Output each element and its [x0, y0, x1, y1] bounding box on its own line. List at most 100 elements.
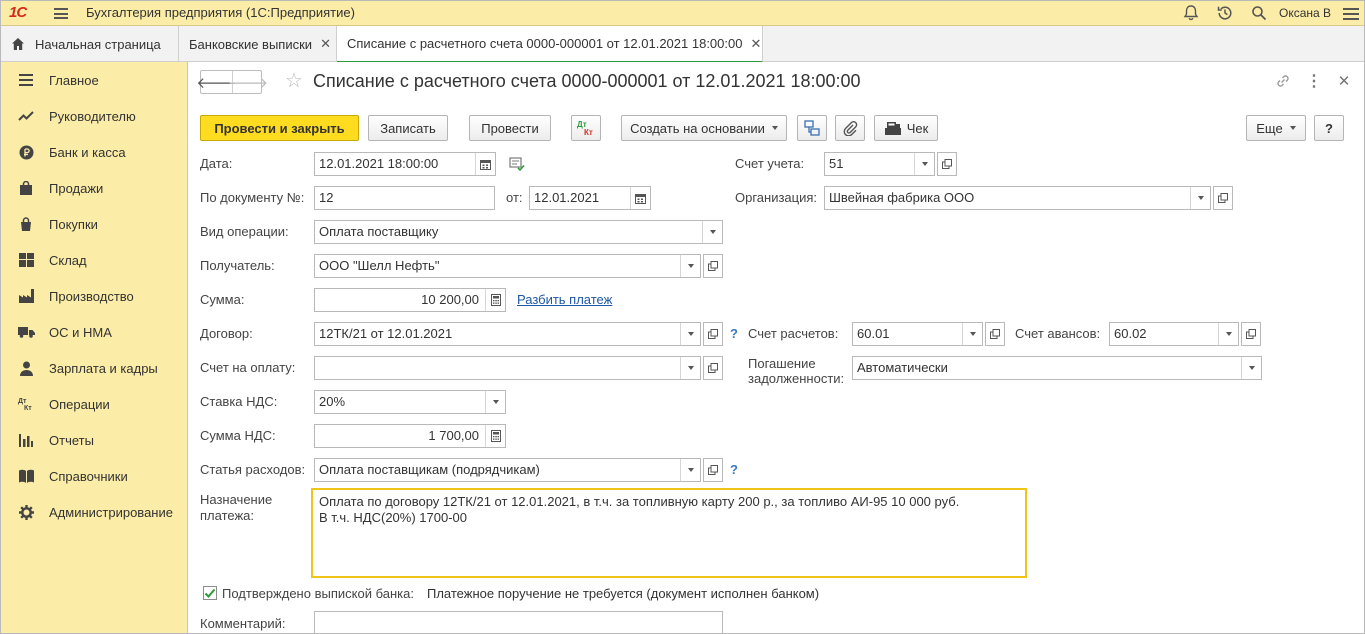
tab-bank-statements[interactable]: Банковские выписки ✕ — [179, 26, 337, 62]
post-and-close-button[interactable]: Провести и закрыть — [200, 115, 359, 141]
sidebar-item-main[interactable]: Главное — [1, 62, 188, 98]
create-based-on-button[interactable]: Создать на основании — [621, 115, 787, 141]
search-icon[interactable] — [1250, 4, 1268, 22]
sidebar-item-salary[interactable]: Зарплата и кадры — [1, 350, 188, 386]
sidebar-item-label: Покупки — [49, 216, 98, 232]
purpose-label-line2: платежа: — [200, 508, 254, 523]
close-icon[interactable]: ✕ — [320, 36, 331, 52]
tab-document[interactable]: Списание с расчетного счета 0000-000001 … — [337, 26, 763, 63]
chevron-down-icon[interactable] — [702, 221, 722, 243]
favorite-star-icon[interactable]: ☆ — [285, 70, 303, 92]
attach-button[interactable] — [835, 115, 865, 141]
main-menu-icon[interactable] — [54, 8, 68, 19]
sidebar-item-administration[interactable]: Администрирование — [1, 494, 188, 530]
sidebar-item-label: Склад — [49, 252, 87, 268]
open-account-button[interactable] — [937, 152, 957, 176]
calculator-icon[interactable] — [485, 425, 505, 447]
link-icon[interactable] — [1274, 72, 1292, 90]
operation-label: Вид операции: — [200, 224, 289, 239]
amount-field[interactable]: 10 200,00 — [314, 288, 506, 312]
help-question-icon[interactable]: ? — [730, 462, 738, 477]
advance-account-select[interactable]: 60.02 — [1109, 322, 1239, 346]
calculator-icon[interactable] — [485, 289, 505, 311]
sidebar-item-manager[interactable]: Руководителю — [1, 98, 188, 134]
sidebar-item-fixed-assets[interactable]: ОС и НМА — [1, 314, 188, 350]
amount-label: Сумма: — [200, 292, 245, 307]
chevron-down-icon[interactable] — [914, 153, 934, 175]
sidebar-item-production[interactable]: Производство — [1, 278, 188, 314]
user-name[interactable]: Оксана В — [1279, 6, 1331, 20]
settlement-account-select[interactable]: 60.01 — [852, 322, 983, 346]
open-recipient-button[interactable] — [703, 254, 723, 278]
operation-value: Оплата поставщику — [319, 224, 439, 239]
comment-field[interactable] — [314, 611, 723, 633]
chevron-down-icon[interactable] — [1190, 187, 1210, 209]
structure-button[interactable] — [797, 115, 827, 141]
open-contract-button[interactable] — [703, 322, 723, 346]
vat-rate-select[interactable]: 20% — [314, 390, 506, 414]
save-button[interactable]: Записать — [368, 115, 448, 141]
invoice-select[interactable] — [314, 356, 701, 380]
open-invoice-button[interactable] — [703, 356, 723, 380]
account-select[interactable]: 51 — [824, 152, 935, 176]
sidebar-item-sales[interactable]: Продажи — [1, 170, 188, 206]
chevron-down-icon[interactable] — [1218, 323, 1238, 345]
sidebar-item-bank[interactable]: Банк и касса — [1, 134, 188, 170]
tab-document-label: Списание с расчетного счета 0000-000001 … — [347, 36, 743, 51]
window-menu-icon[interactable] — [1343, 5, 1359, 21]
history-icon[interactable] — [1216, 4, 1234, 22]
operation-select[interactable]: Оплата поставщику — [314, 220, 723, 244]
help-button[interactable]: ? — [1314, 115, 1344, 141]
post-button[interactable]: Провести — [469, 115, 551, 141]
sidebar-item-purchases[interactable]: Покупки — [1, 206, 188, 242]
chevron-down-icon[interactable] — [680, 255, 700, 277]
sidebar-item-catalogs[interactable]: Справочники — [1, 458, 188, 494]
chevron-down-icon[interactable] — [1241, 357, 1261, 379]
confirmed-checkbox[interactable] — [203, 586, 217, 600]
doc-date-field[interactable]: 12.01.2021 — [529, 186, 651, 210]
sidebar-item-operations[interactable]: Дт Кт Операции — [1, 386, 188, 422]
organization-select[interactable]: Швейная фабрика ООО — [824, 186, 1211, 210]
recipient-select[interactable]: ООО "Шелл Нефть" — [314, 254, 701, 278]
open-expense-item-button[interactable] — [703, 458, 723, 482]
date-field[interactable]: 12.01.2021 18:00:00 — [314, 152, 496, 176]
factory-icon — [17, 287, 35, 305]
list-check-icon[interactable] — [509, 156, 525, 172]
bell-icon[interactable] — [1182, 4, 1200, 22]
expense-item-select[interactable]: Оплата поставщикам (подрядчикам) — [314, 458, 701, 482]
date-label: Дата: — [200, 156, 233, 171]
debt-repayment-select[interactable]: Автоматически — [852, 356, 1262, 380]
svg-text:Кт: Кт — [584, 128, 593, 137]
forward-arrow-icon[interactable]: 🡒 — [228, 71, 268, 93]
date-value: 12.01.2021 18:00:00 — [319, 156, 439, 171]
warehouse-grid-icon — [17, 251, 35, 269]
debt-repayment-label-line1: Погашение — [748, 356, 816, 371]
dt-kt-icon: ДтКт — [577, 120, 593, 137]
more-vertical-icon[interactable]: ⋮ — [1305, 72, 1323, 90]
chevron-down-icon[interactable] — [485, 391, 505, 413]
receipt-button[interactable]: Чек — [874, 115, 938, 141]
open-advance-account-button[interactable] — [1241, 322, 1261, 346]
chevron-down-icon[interactable] — [680, 459, 700, 481]
dt-kt-button[interactable]: Дт Кт — [571, 115, 601, 141]
sidebar-item-warehouse[interactable]: Склад — [1, 242, 188, 278]
open-organization-button[interactable] — [1213, 186, 1233, 210]
chevron-down-icon[interactable] — [962, 323, 982, 345]
tab-home[interactable]: Начальная страница — [1, 26, 179, 62]
help-question-icon[interactable]: ? — [730, 326, 738, 341]
split-payment-link[interactable]: Разбить платеж — [517, 292, 612, 307]
chevron-down-icon[interactable] — [680, 323, 700, 345]
calendar-icon[interactable] — [475, 153, 495, 175]
more-button[interactable]: Еще — [1246, 115, 1306, 141]
vat-amount-field[interactable]: 1 700,00 — [314, 424, 506, 448]
chevron-down-icon[interactable] — [680, 357, 700, 379]
close-form-icon[interactable]: ✕ — [1335, 72, 1353, 90]
contract-select[interactable]: 12ТК/21 от 12.01.2021 — [314, 322, 701, 346]
purpose-textarea[interactable]: Оплата по договору 12ТК/21 от 12.01.2021… — [311, 488, 1027, 578]
open-settlement-account-button[interactable] — [985, 322, 1005, 346]
close-icon[interactable]: ✕ — [750, 36, 761, 52]
doc-number-field[interactable]: 12 — [314, 186, 495, 210]
expense-item-value: Оплата поставщикам (подрядчикам) — [319, 462, 540, 477]
sidebar-item-reports[interactable]: Отчеты — [1, 422, 188, 458]
calendar-icon[interactable] — [630, 187, 650, 209]
